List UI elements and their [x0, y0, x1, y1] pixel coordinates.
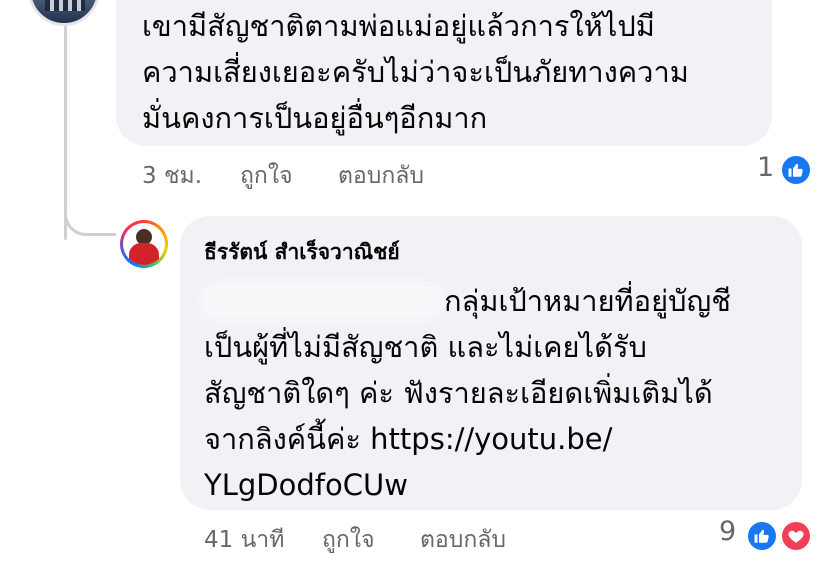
comment-timestamp[interactable]: 3 ชม.	[142, 158, 202, 194]
reply-author-avatar[interactable]	[120, 220, 168, 268]
reply-timestamp[interactable]: 41 นาที	[204, 522, 284, 558]
love-icon[interactable]	[780, 520, 812, 552]
like-button[interactable]: ถูกใจ	[322, 522, 375, 558]
reply-line: สัญชาติใดๆ ค่ะ ฟังรายละเอียดเพิ่มเติมได้	[204, 376, 713, 410]
reply-text: กลุ่มเป้าหมายที่อยู่บัญชี เป็นผู้ที่ไม่ม…	[204, 278, 731, 508]
reply-line: YLgDodfoCUw	[204, 468, 408, 502]
comment-text: เขามีสัญชาติตามพ่อแม่อยู่แล้วการให้ไปมี …	[142, 3, 689, 141]
comment-line: เขามีสัญชาติตามพ่อแม่อยู่แล้วการให้ไปมี	[142, 9, 655, 43]
like-button[interactable]: ถูกใจ	[240, 158, 293, 194]
reply-line: กลุ่มเป้าหมายที่อยู่บัญชี	[204, 278, 731, 324]
reaction-count[interactable]: 1	[757, 152, 774, 183]
like-icon[interactable]	[746, 520, 778, 552]
comment-line: มั่นคงการเป็นอยู่อื่นๆอีกมาก	[142, 101, 488, 135]
reply-button[interactable]: ตอบกลับ	[420, 522, 506, 558]
reply-line: เป็นผู้ที่ไม่มีสัญชาติ และไม่เคยได้รับ	[204, 330, 647, 364]
redacted-mention	[204, 287, 440, 315]
like-icon[interactable]	[780, 154, 812, 186]
reply-line-text: กลุ่มเป้าหมายที่อยู่บัญชี	[444, 284, 731, 318]
reaction-count[interactable]: 9	[719, 516, 736, 547]
comment-line: ความเสี่ยงเยอะครับไม่ว่าจะเป็นภัยทางความ	[142, 55, 689, 89]
reply-author-name[interactable]: ธีรรัตน์ สำเร็จวาณิชย์	[204, 236, 400, 269]
reply-connector	[64, 170, 116, 236]
reply-line: จากลิงค์นี้ค่ะ https://youtu.be/	[204, 422, 613, 456]
commenter-avatar[interactable]	[28, 0, 100, 26]
reply-button[interactable]: ตอบกลับ	[338, 158, 424, 194]
